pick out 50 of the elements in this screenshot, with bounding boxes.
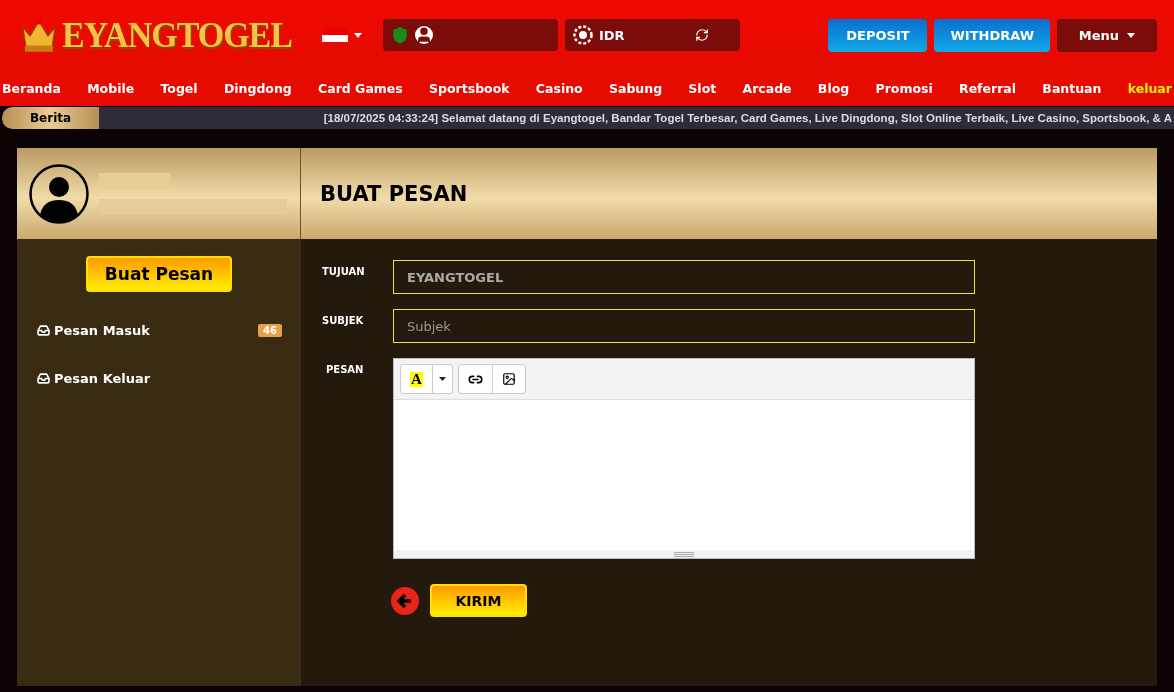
menu-button[interactable]: Menu	[1057, 18, 1157, 52]
logout-link[interactable]: keluar	[1127, 80, 1172, 96]
nav-link[interactable]: Togel	[160, 80, 198, 96]
nav-link[interactable]: Sportsbook	[429, 80, 510, 96]
image-icon	[501, 372, 516, 386]
flag-icon	[322, 28, 348, 42]
nav-link[interactable]: Beranda	[2, 80, 61, 96]
nav-link[interactable]: Slot	[688, 80, 717, 96]
resize-grip-icon[interactable]	[674, 551, 694, 557]
caret-icon	[1127, 32, 1136, 38]
compose-button[interactable]: Buat Pesan	[86, 256, 232, 292]
sidebar-item[interactable]: Pesan Masuk 46	[17, 306, 301, 354]
inbox-icon	[37, 371, 50, 385]
crown-icon	[20, 17, 58, 53]
field-label: SUBJEK	[322, 314, 365, 326]
nav-link[interactable]: Bantuan	[1042, 80, 1102, 96]
field-label: TUJUAN	[322, 265, 366, 277]
nav-link[interactable]: Referral	[959, 80, 1017, 96]
nav-link[interactable]: Sabung	[608, 80, 663, 96]
nav-link[interactable]: Blog	[817, 80, 850, 96]
blurred-name	[99, 172, 171, 189]
field-label: PESAN	[325, 363, 365, 375]
page-title: BUAT PESAN	[320, 181, 468, 206]
shield-icon	[391, 26, 409, 44]
nav-link[interactable]: Promosi	[875, 80, 933, 96]
caret-icon	[354, 32, 362, 38]
news-label: Berita	[2, 107, 99, 129]
sidebar-item[interactable]: Pesan Keluar	[17, 354, 301, 402]
nav-link[interactable]: Mobile	[87, 80, 135, 96]
refresh-icon[interactable]	[694, 28, 709, 42]
input-field[interactable]: Subjek	[393, 309, 975, 343]
user-icon	[415, 26, 433, 44]
avatar-icon	[29, 163, 89, 224]
nav-link[interactable]: Casino	[535, 80, 583, 96]
news-text: [18/07/2025 04:33:24] Selamat datang di Eyangtogel, Bandar Togel Terbesar, Card Games, Live Dingdong, Slot Online Terbaik, Live Casino, Sportsbook, & A	[323, 112, 1173, 124]
message-editor[interactable]: A	[393, 358, 975, 559]
header-button[interactable]: WITHDRAW	[934, 18, 1050, 52]
send-button[interactable]: KIRIM	[430, 584, 527, 617]
count-badge: 46	[258, 323, 282, 337]
nav-link[interactable]: Dingdong	[223, 80, 292, 96]
inbox-icon	[37, 323, 50, 337]
caret-icon	[438, 377, 446, 381]
language-selector[interactable]	[322, 28, 362, 42]
chip-icon	[573, 25, 593, 45]
header-button[interactable]: DEPOSIT	[828, 18, 928, 52]
nav-link[interactable]: Card Games	[318, 80, 403, 96]
currency-label: IDR	[599, 27, 625, 43]
input-field[interactable]: EYANGTOGEL	[393, 260, 975, 294]
site-logo[interactable]: EYANGTOGEL	[62, 15, 292, 55]
nav-link[interactable]: Arcade	[742, 80, 792, 96]
